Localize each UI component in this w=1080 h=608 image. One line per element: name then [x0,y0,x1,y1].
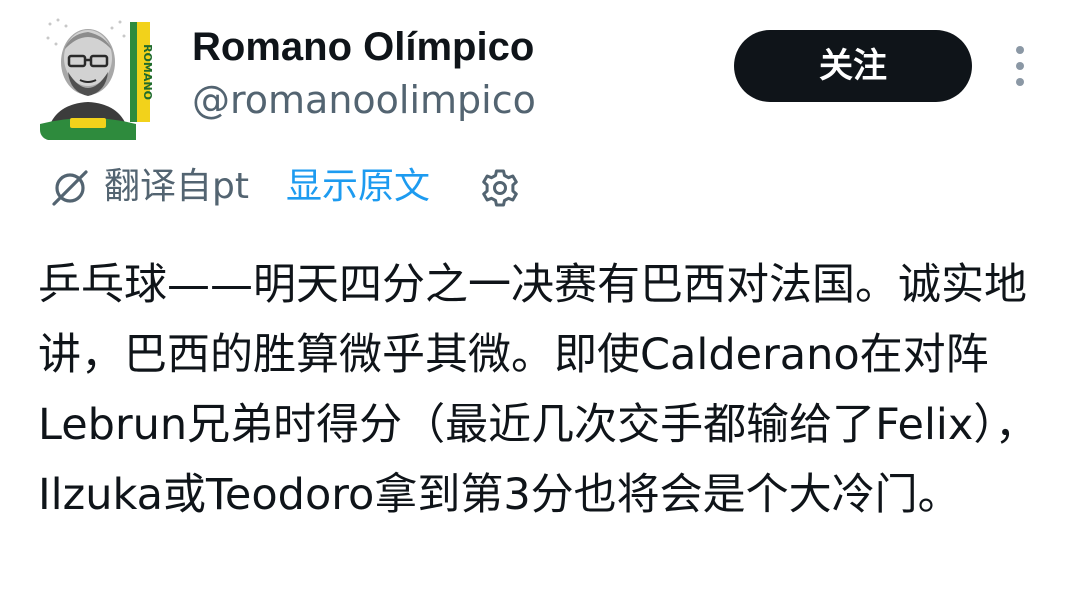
translation-bar: 翻译自pt 显示原文 [48,164,568,212]
more-dot [1016,78,1024,86]
more-vertical-icon[interactable] [1006,42,1034,90]
avatar[interactable]: ROMANO [40,12,152,140]
more-dot [1016,46,1024,54]
follow-button[interactable]: 关注 [734,30,972,102]
display-name[interactable]: Romano Olímpico [192,23,534,71]
tweet-text: 乒乓球——明天四分之一决赛有巴西对法国。诚实地讲，巴西的胜算微乎其微。即使Cal… [38,260,1038,520]
show-original-link[interactable]: 显示原文 [286,164,430,210]
profile-photo: ROMANO [40,12,152,140]
translated-from-label: 翻译自pt [104,166,249,207]
gear-icon[interactable] [478,166,522,210]
user-handle[interactable]: @romanoolimpico [192,77,536,123]
svg-text:ROMANO: ROMANO [141,44,152,100]
more-dot [1016,62,1024,70]
translate-icon [52,170,88,206]
